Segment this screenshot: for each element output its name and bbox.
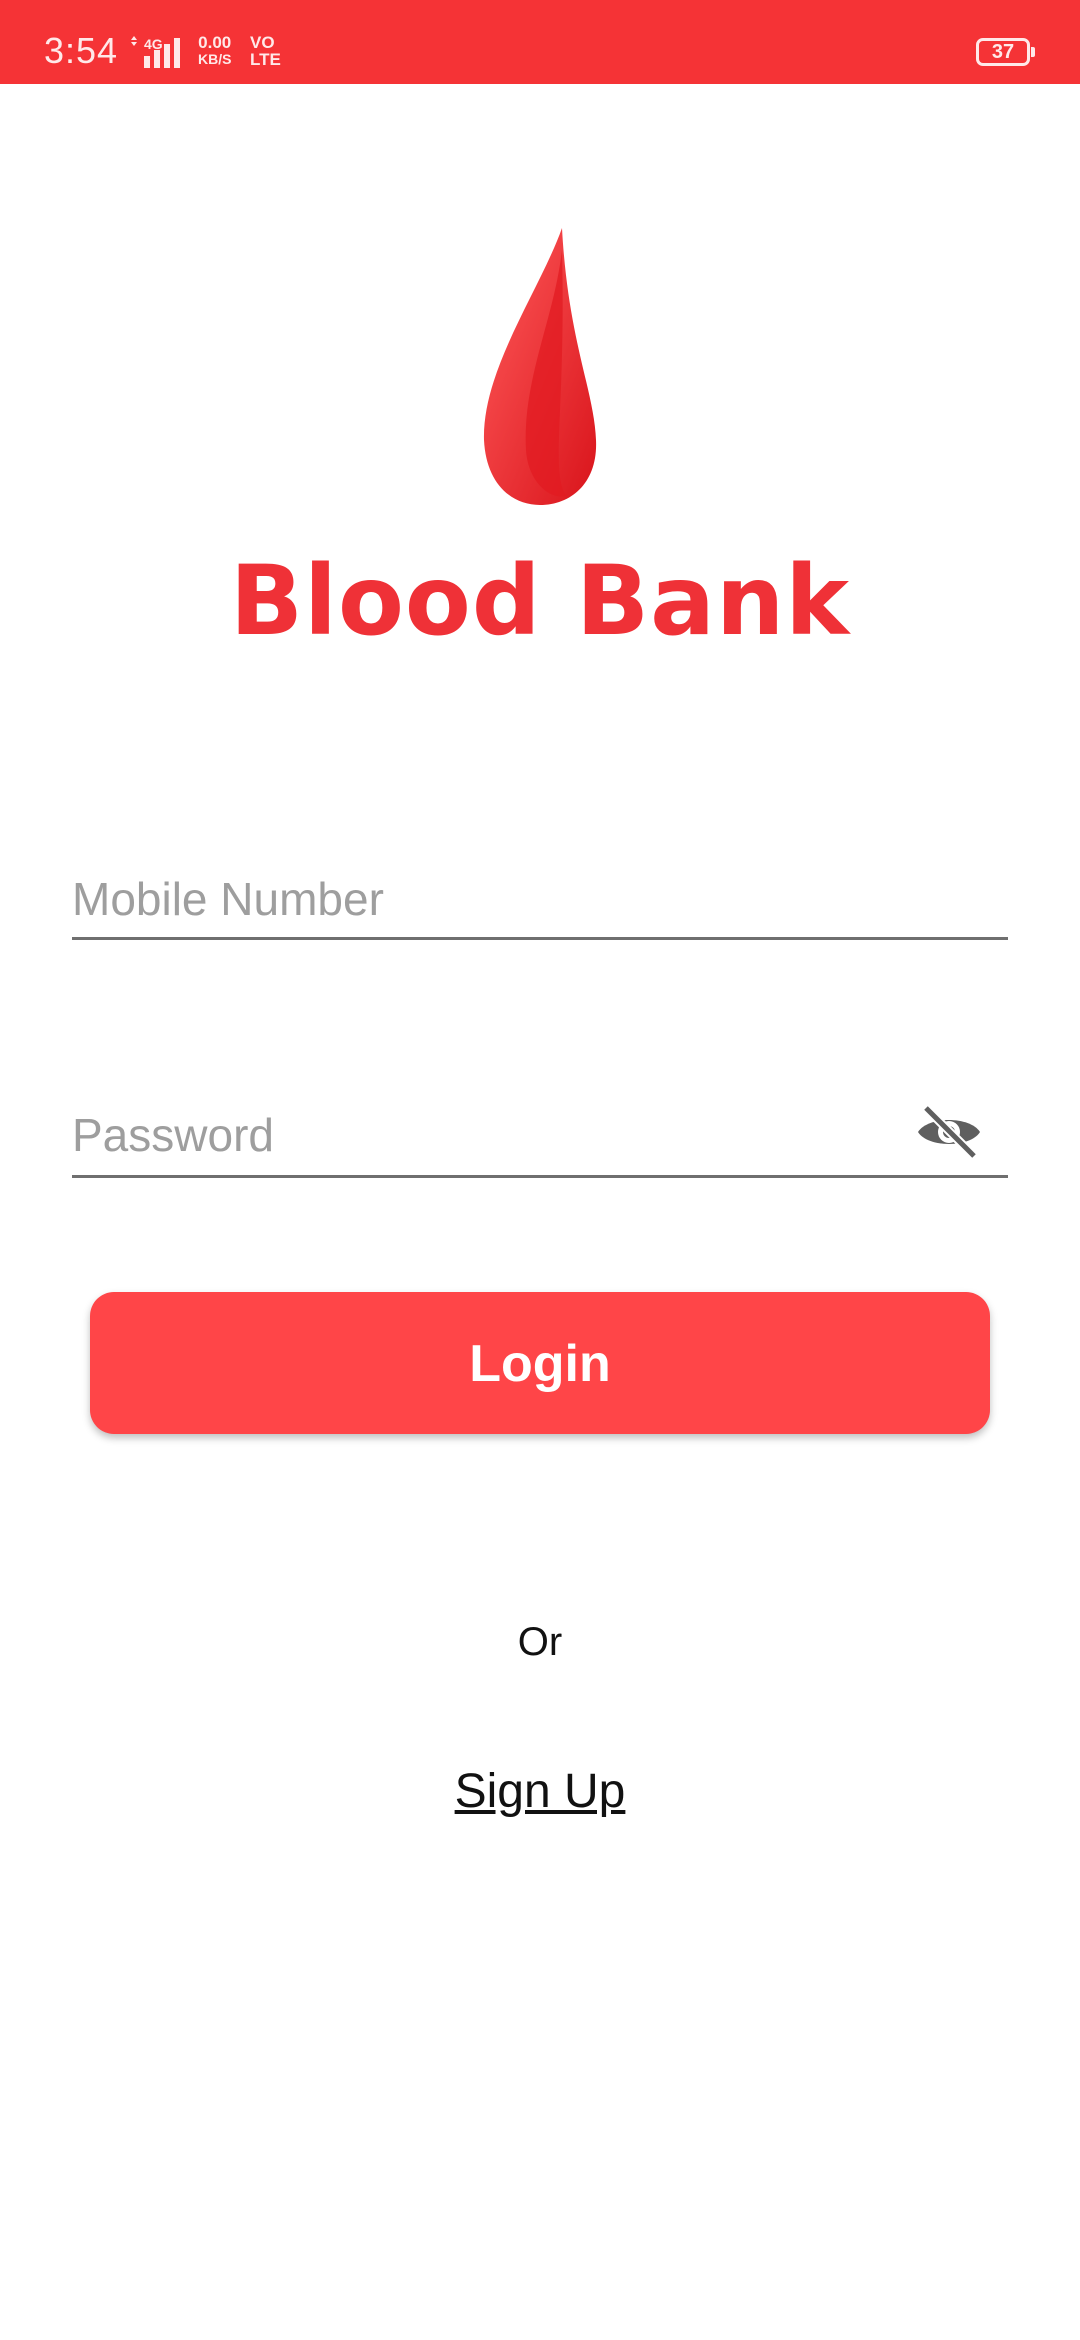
or-divider-text: Or bbox=[517, 1620, 563, 1664]
network-speed-value: 0.00 bbox=[198, 33, 232, 52]
battery-icon: 37 bbox=[976, 38, 1035, 66]
network-speed-unit: KB/S bbox=[198, 51, 232, 67]
battery-level: 37 bbox=[991, 41, 1015, 63]
status-time: 3:54 bbox=[44, 30, 119, 71]
signal-icon bbox=[131, 36, 180, 68]
password-field bbox=[72, 1094, 1008, 1178]
status-bar: 3:54 4G 0.00 KB/S VO LTE 37 bbox=[0, 0, 1080, 84]
login-screen: 3:54 4G 0.00 KB/S VO LTE 37 Blood Bank M… bbox=[0, 0, 1080, 2340]
mobile-number-input[interactable] bbox=[72, 860, 1008, 937]
volte-bottom: LTE bbox=[250, 50, 281, 69]
volte-indicator: VO LTE bbox=[250, 34, 281, 68]
password-input[interactable] bbox=[72, 1094, 1008, 1175]
eye-off-icon[interactable] bbox=[914, 1102, 984, 1162]
mobile-number-field bbox=[72, 860, 1008, 940]
volte-top: VO bbox=[250, 33, 275, 52]
brand-logo-text: Blood Bank bbox=[229, 545, 851, 657]
blood-drop-icon bbox=[483, 228, 597, 505]
sign-up-link[interactable]: Sign Up bbox=[0, 1764, 1080, 1819]
network-speed: 0.00 KB/S bbox=[198, 34, 231, 68]
login-button[interactable]: Login bbox=[90, 1292, 990, 1434]
